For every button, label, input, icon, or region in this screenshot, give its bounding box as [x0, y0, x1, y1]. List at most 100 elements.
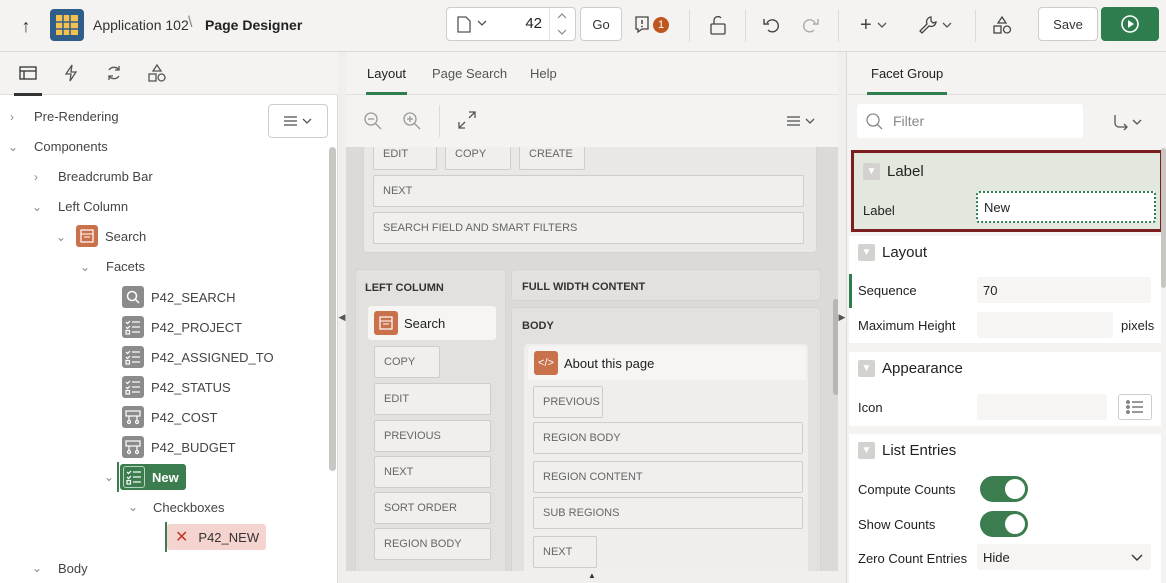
compute-counts-toggle[interactable] — [980, 476, 1028, 502]
expand-icon[interactable] — [458, 111, 476, 129]
label-input[interactable]: New — [976, 191, 1156, 223]
chevron-down-icon[interactable]: ⌄ — [56, 230, 66, 244]
slot-edit[interactable]: EDIT — [374, 383, 491, 415]
tree-node-components[interactable]: Components — [34, 131, 108, 161]
page-number-spinner[interactable] — [549, 8, 573, 40]
chevron-right-icon[interactable]: › — [10, 110, 14, 124]
undo-button[interactable] — [762, 12, 782, 38]
zero-count-select[interactable]: Hide — [977, 544, 1151, 570]
tree-node-facets[interactable]: Facets — [106, 251, 145, 281]
label-group-header[interactable]: ▼ Label — [863, 160, 924, 182]
run-button[interactable] — [1101, 7, 1159, 41]
redo-button[interactable] — [800, 12, 820, 38]
slot-sub-regions[interactable]: SUB REGIONS — [533, 497, 803, 529]
go-to-group-button[interactable] — [1107, 110, 1147, 134]
messages-button[interactable]: 1 — [634, 12, 669, 38]
filter-input[interactable]: Filter — [857, 104, 1083, 138]
sequence-input[interactable]: 70 — [977, 277, 1151, 303]
full-width-content-label: FULL WIDTH CONTENT — [522, 281, 646, 293]
play-icon — [1121, 15, 1139, 33]
tree-node-p42-budget[interactable]: P42_BUDGET — [122, 432, 236, 462]
tree-node-p42-search[interactable]: P42_SEARCH — [122, 282, 236, 312]
tab-help[interactable]: Help — [530, 66, 557, 81]
tab-shared-components[interactable] — [143, 62, 171, 84]
icon-input[interactable] — [977, 394, 1107, 420]
up-arrow-icon[interactable]: ↑ — [14, 14, 38, 38]
tree-node-p42-project[interactable]: P42_PROJECT — [122, 312, 242, 342]
chevron-down-icon[interactable]: ⌄ — [80, 260, 90, 274]
center-tabs: Layout Page Search Help — [346, 52, 838, 95]
tab-layout[interactable]: Layout — [365, 66, 408, 95]
chevron-down-icon: ▼ — [858, 243, 875, 261]
tree-node-label: P42_SEARCH — [151, 289, 236, 305]
application-icon[interactable] — [50, 9, 84, 41]
slot-create[interactable]: CREATE — [519, 147, 585, 170]
right-splitter[interactable]: ▶ — [838, 52, 846, 583]
compute-counts-label: Compute Counts — [858, 482, 956, 497]
tree-menu-button[interactable] — [268, 104, 328, 138]
tab-rendering[interactable] — [14, 62, 42, 96]
tree-node-pre-rendering[interactable]: Pre-Rendering — [34, 101, 119, 131]
save-button[interactable]: Save — [1038, 7, 1098, 41]
breadcrumb-application[interactable]: Application 102 — [93, 17, 189, 33]
layout-group-header[interactable]: ▼ Layout — [858, 241, 927, 263]
slot-region-body[interactable]: REGION BODY — [374, 528, 491, 560]
tree-node-p42-cost[interactable]: P42_COST — [122, 402, 217, 432]
slot-next[interactable]: NEXT — [373, 175, 804, 207]
tab-page-search[interactable]: Page Search — [432, 66, 507, 81]
slot-region-body[interactable]: REGION BODY — [533, 422, 803, 454]
slot-copy[interactable]: COPY — [374, 346, 440, 378]
tree-node-p42-assigned-to[interactable]: P42_ASSIGNED_TO — [122, 342, 274, 372]
shared-components-button[interactable] — [992, 12, 1012, 38]
layout-canvas[interactable]: EDIT COPY CREATE NEXT SEARCH FIELD AND S… — [346, 147, 838, 571]
bottom-splitter[interactable]: ▲ — [346, 571, 838, 583]
search-icon — [866, 113, 883, 130]
tab-facet-group[interactable]: Facet Group — [866, 66, 948, 95]
tree-node-left-column[interactable]: Left Column — [58, 191, 128, 221]
slot-next[interactable]: NEXT — [533, 536, 597, 568]
tab-dynamic-actions[interactable] — [57, 62, 85, 84]
appearance-group-header[interactable]: ▼ Appearance — [858, 357, 963, 379]
code-icon: </> — [534, 351, 558, 375]
chevron-down-icon[interactable]: ⌄ — [32, 200, 42, 214]
slot-search-field[interactable]: SEARCH FIELD AND SMART FILTERS — [373, 212, 804, 244]
slot-previous[interactable]: PREVIOUS — [374, 420, 491, 452]
chevron-down-icon[interactable]: ⌄ — [104, 470, 114, 484]
go-button[interactable]: Go — [580, 7, 622, 41]
hamburger-menu-icon[interactable] — [786, 115, 816, 127]
tab-processing[interactable] — [100, 62, 128, 84]
tree-node-p42-status[interactable]: P42_STATUS — [122, 372, 231, 402]
tree-node-breadcrumb-bar[interactable]: Breadcrumb Bar — [58, 161, 153, 191]
scrollbar[interactable] — [1161, 148, 1166, 288]
slot-previous[interactable]: PREVIOUS — [533, 386, 603, 418]
tree-node-new-selected[interactable]: New — [120, 464, 186, 490]
max-height-input[interactable] — [977, 312, 1113, 338]
create-menu-button[interactable]: + — [860, 12, 887, 38]
tree-node-body[interactable]: Body — [58, 553, 88, 583]
tree-node-p42-new[interactable]: ✕ P42_NEW — [167, 524, 266, 550]
show-counts-toggle[interactable] — [980, 511, 1028, 537]
slot-sort-order[interactable]: SORT ORDER — [374, 492, 491, 524]
tree-node-search[interactable]: Search — [76, 221, 146, 251]
list-entries-group-header[interactable]: ▼ List Entries — [858, 439, 956, 461]
lock-page-button[interactable] — [707, 12, 727, 38]
search-region[interactable]: Search — [368, 306, 496, 340]
tree-node-checkboxes[interactable]: Checkboxes — [153, 492, 225, 522]
icon-picker-button[interactable] — [1118, 394, 1152, 420]
slot-next[interactable]: NEXT — [374, 456, 491, 488]
chevron-down-icon[interactable]: ⌄ — [8, 140, 18, 154]
left-splitter[interactable]: ◀ — [338, 52, 346, 583]
utilities-menu-button[interactable] — [918, 12, 952, 38]
chevron-down-icon[interactable]: ⌄ — [32, 561, 42, 575]
chevron-right-icon[interactable]: › — [34, 170, 38, 184]
slot-region-content[interactable]: REGION CONTENT — [533, 461, 803, 493]
scrollbar[interactable] — [329, 147, 336, 471]
chevron-down-icon[interactable]: ⌄ — [128, 500, 138, 514]
slot-edit[interactable]: EDIT — [373, 147, 437, 170]
about-this-page-region[interactable]: </> About this page — [528, 346, 806, 380]
zoom-out-icon[interactable] — [363, 111, 383, 131]
plus-icon: + — [860, 13, 872, 36]
zoom-in-icon[interactable] — [402, 111, 422, 131]
page-number-input[interactable]: 42 — [490, 15, 542, 32]
slot-copy[interactable]: COPY — [445, 147, 511, 170]
